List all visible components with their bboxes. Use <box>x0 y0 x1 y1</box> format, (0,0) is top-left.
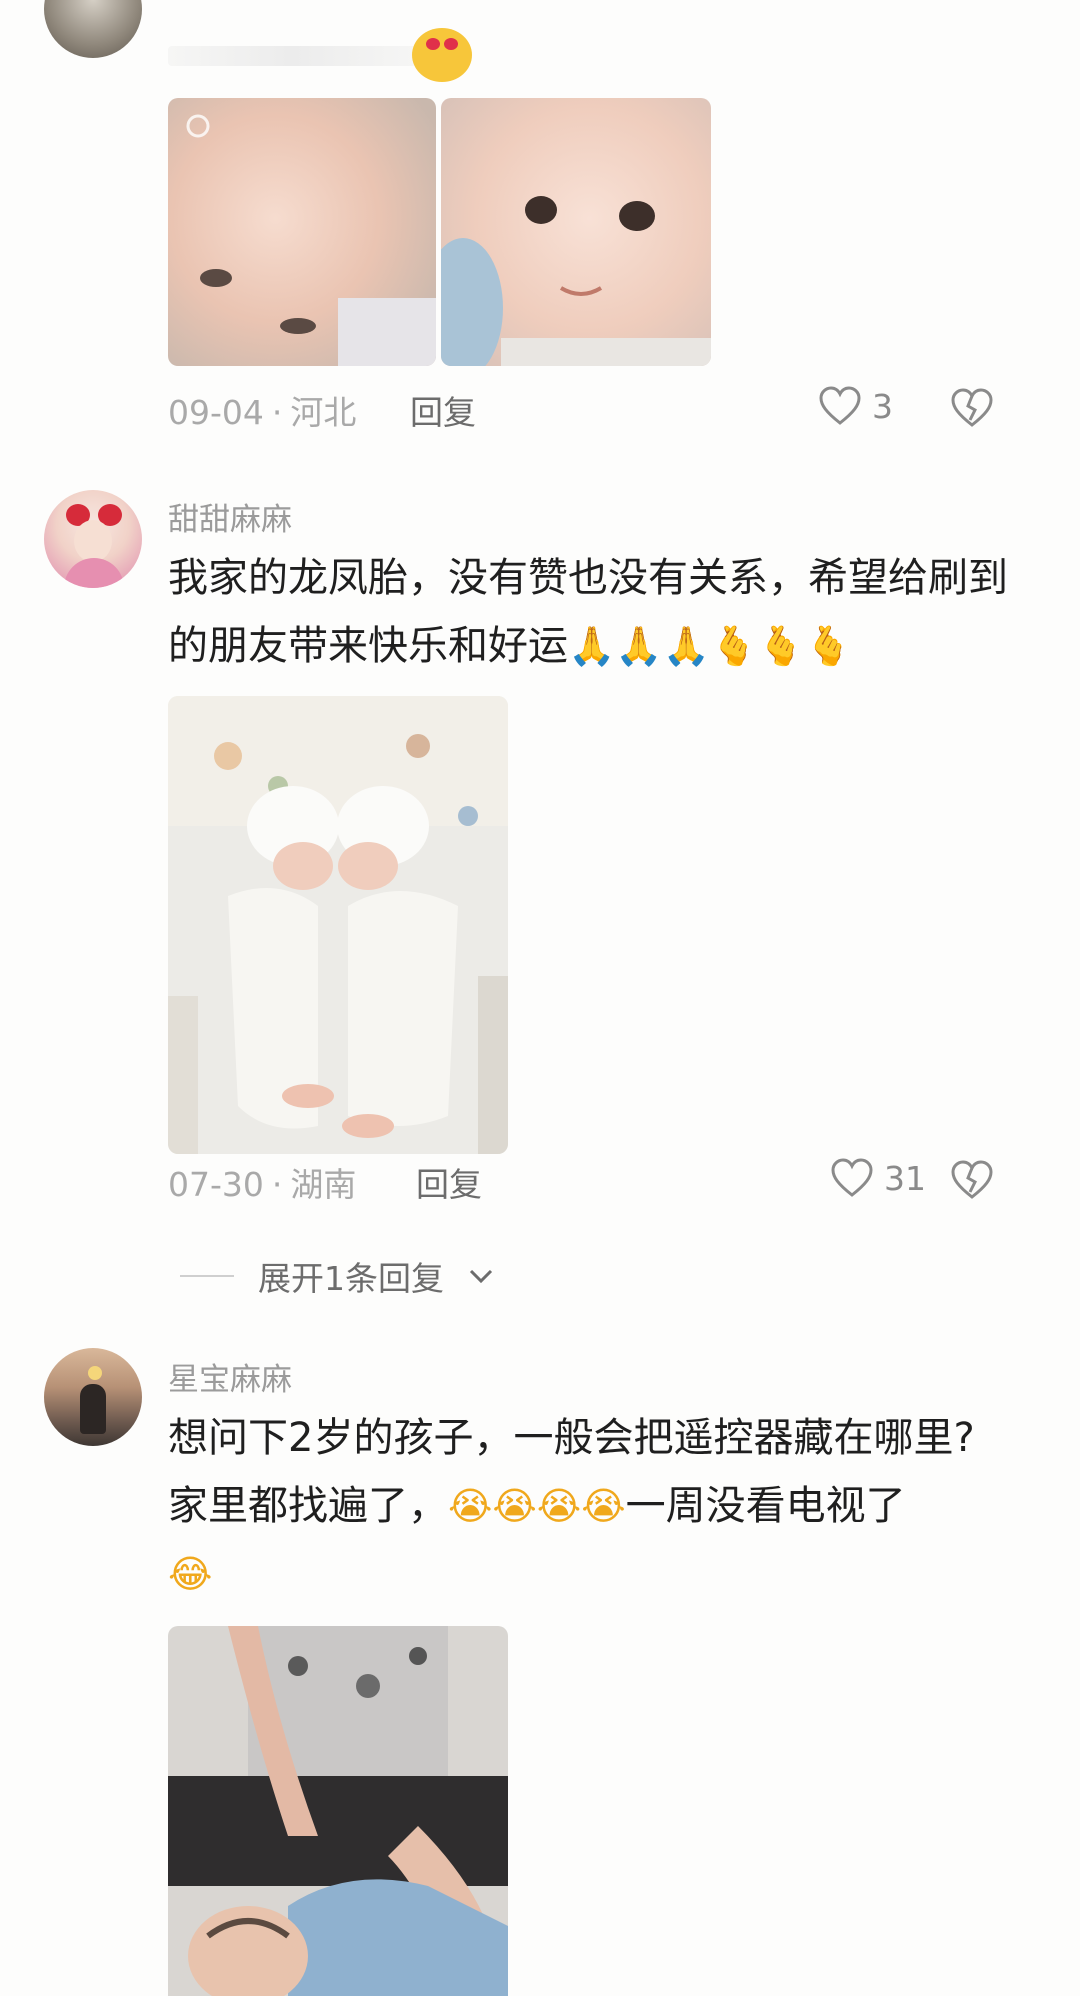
avatar[interactable] <box>44 490 142 588</box>
comment-location: 河北 <box>290 393 357 432</box>
comment-emojis: 🙏🙏🙏🫰🫰🫰 <box>568 624 852 668</box>
avatar[interactable] <box>44 1348 142 1446</box>
comment-meta: 09-04 · 河北 <box>168 386 356 434</box>
heart-icon <box>830 1158 874 1198</box>
reply-button[interactable]: 回复 <box>416 1158 482 1206</box>
like-button[interactable]: 3 <box>818 386 893 426</box>
laughing-emoji: 😂 <box>168 1552 213 1596</box>
like-count: 3 <box>872 386 893 426</box>
comment-image-3[interactable] <box>168 1626 508 1996</box>
comment-location: 湖南 <box>290 1165 357 1204</box>
comment-text: 想问下2岁的孩子，一般会把遥控器藏在哪里? 家里都找遍了，😭😭😭😭一周没看电视了… <box>168 1404 1038 1608</box>
username-placeholder <box>168 46 416 66</box>
comment-image-1[interactable] <box>168 98 436 366</box>
heart-eyes-emoji-icon <box>412 28 472 82</box>
reply-button[interactable]: 回复 <box>410 386 476 434</box>
comment-meta: 07-30 · 湖南 <box>168 1158 356 1206</box>
comment-image-2[interactable] <box>441 98 711 366</box>
expand-replies-button[interactable]: 展开1条回复 <box>180 1252 494 1300</box>
comment-text-line-1: 想问下2岁的孩子，一般会把遥控器藏在哪里? <box>168 1415 975 1461</box>
username[interactable]: 星宝麻麻 <box>168 1354 292 1399</box>
comment-date: 07-30 <box>168 1165 264 1204</box>
comment-image-twins[interactable] <box>168 696 508 1154</box>
expand-divider <box>180 1275 234 1277</box>
chevron-down-icon <box>468 1267 494 1285</box>
comment-text-line-2: 家里都找遍了，😭😭😭😭一周没看电视了 <box>168 1472 1038 1540</box>
comment-list: 09-04 · 河北 回复 3 甜甜麻麻 我家的龙凤胎，没有赞也没有关系，希望给刷到… <box>0 0 1080 1996</box>
comment-text-part: 家里都找遍了， <box>168 1483 448 1529</box>
comment-text: 我家的龙凤胎，没有赞也没有关系，希望给刷到的朋友带来快乐和好运🙏🙏🙏🫰🫰🫰 <box>168 544 1038 680</box>
like-button[interactable]: 31 <box>830 1158 926 1198</box>
comment-date: 09-04 <box>168 393 264 432</box>
like-count: 31 <box>884 1158 926 1198</box>
meta-separator: · <box>271 1165 283 1204</box>
comment-text-part: 一周没看电视了 <box>625 1483 906 1529</box>
avatar[interactable] <box>44 0 142 58</box>
meta-separator: · <box>271 393 283 432</box>
expand-replies-label: 展开1条回复 <box>258 1259 444 1298</box>
username[interactable]: 甜甜麻麻 <box>168 494 292 539</box>
broken-heart-dislike-icon[interactable] <box>950 388 994 428</box>
heart-icon <box>818 386 862 426</box>
crying-laughing-emojis: 😭😭😭😭 <box>448 1484 626 1528</box>
broken-heart-dislike-icon[interactable] <box>950 1160 994 1200</box>
